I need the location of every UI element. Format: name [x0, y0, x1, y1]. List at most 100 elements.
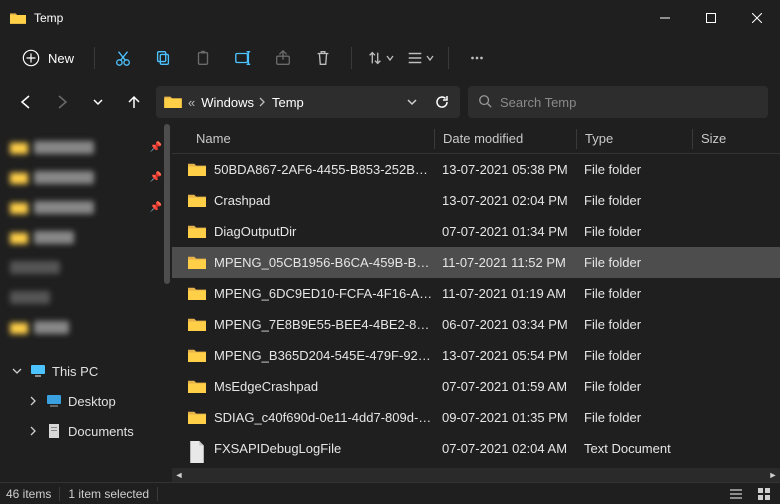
quick-access-item[interactable]: [0, 312, 172, 342]
delete-button[interactable]: [305, 42, 341, 74]
file-type: File folder: [576, 379, 692, 394]
chevron-right-icon[interactable]: [26, 426, 40, 436]
file-row[interactable]: 50BDA867-2AF6-4455-B853-252B8E414777…13-…: [172, 154, 780, 185]
cut-button[interactable]: [105, 42, 141, 74]
file-row[interactable]: MsEdgeCrashpad07-07-2021 01:59 AMFile fo…: [172, 371, 780, 402]
details-view-button[interactable]: [726, 485, 746, 503]
file-date: 07-07-2021 02:04 AM: [434, 441, 576, 456]
breadcrumb-segment[interactable]: Temp: [272, 95, 304, 110]
file-name: MPENG_6DC9ED10-FCFA-4F16-ADAE-EA…: [214, 286, 434, 301]
file-row[interactable]: Crashpad13-07-2021 02:04 PMFile folder: [172, 185, 780, 216]
quick-access-item[interactable]: 📌: [0, 132, 172, 162]
address-dropdown-button[interactable]: [400, 88, 424, 116]
column-header-size[interactable]: Size: [692, 129, 750, 149]
file-type: File folder: [576, 348, 692, 363]
folder-icon: [188, 410, 206, 426]
sidebar-scrollbar[interactable]: [162, 124, 172, 482]
close-button[interactable]: [734, 0, 780, 36]
chevron-right-icon[interactable]: [26, 396, 40, 406]
copy-button[interactable]: [145, 42, 181, 74]
recent-locations-button[interactable]: [84, 88, 112, 116]
column-header-type[interactable]: Type: [576, 129, 692, 149]
file-icon: [188, 441, 206, 457]
scroll-right-icon[interactable]: ►: [766, 468, 780, 482]
documents-icon: [46, 423, 62, 439]
file-date: 07-07-2021 01:34 PM: [434, 224, 576, 239]
chevron-down-icon[interactable]: [10, 366, 24, 376]
file-type: File folder: [576, 224, 692, 239]
folder-icon: [188, 379, 206, 395]
file-row[interactable]: DiagOutputDir07-07-2021 01:34 PMFile fol…: [172, 216, 780, 247]
search-box[interactable]: [468, 86, 768, 118]
toolbar-divider: [94, 47, 95, 69]
file-name: MsEdgeCrashpad: [214, 379, 434, 394]
desktop-icon: [46, 393, 62, 409]
breadcrumb-label: Temp: [272, 95, 304, 110]
breadcrumb-overflow-icon[interactable]: «: [188, 95, 195, 110]
sidebar-label: Desktop: [68, 394, 116, 409]
file-name: FXSAPIDebugLogFile: [214, 441, 434, 456]
file-row[interactable]: SDIAG_c40f690d-0e11-4dd7-809d-261c5c…09-…: [172, 402, 780, 433]
refresh-button[interactable]: [430, 88, 454, 116]
up-button[interactable]: [120, 88, 148, 116]
file-date: 13-07-2021 05:38 PM: [434, 162, 576, 177]
paste-button[interactable]: [185, 42, 221, 74]
quick-access-item[interactable]: 📌: [0, 162, 172, 192]
column-headers: Name Date modified Type Size: [172, 124, 780, 154]
search-input[interactable]: [500, 95, 758, 110]
toolbar: New: [0, 36, 780, 80]
file-row[interactable]: MPENG_7E8B9E55-BEE4-4BE2-819D-8BEF…06-07…: [172, 309, 780, 340]
file-name: DiagOutputDir: [214, 224, 434, 239]
pin-icon: 📌: [150, 202, 162, 213]
this-pc-icon: [30, 363, 46, 379]
new-button-label: New: [48, 51, 74, 66]
view-button[interactable]: [402, 42, 438, 74]
scroll-left-icon[interactable]: ◄: [172, 468, 186, 482]
quick-access-item[interactable]: [0, 282, 172, 312]
file-date: 13-07-2021 05:54 PM: [434, 348, 576, 363]
address-bar[interactable]: « Windows Temp: [156, 86, 460, 118]
sidebar-desktop[interactable]: Desktop: [16, 386, 172, 416]
window-title: Temp: [34, 11, 63, 25]
window-folder-icon: [10, 11, 26, 25]
folder-icon: [188, 255, 206, 271]
folder-icon: [188, 286, 206, 302]
back-button[interactable]: [12, 88, 40, 116]
forward-button[interactable]: [48, 88, 76, 116]
more-button[interactable]: [459, 42, 495, 74]
file-row[interactable]: FXSAPIDebugLogFile07-07-2021 02:04 AMTex…: [172, 433, 780, 464]
file-name: MPENG_7E8B9E55-BEE4-4BE2-819D-8BEF…: [214, 317, 434, 332]
thumbnails-view-button[interactable]: [754, 485, 774, 503]
minimize-button[interactable]: [642, 0, 688, 36]
sidebar-documents[interactable]: Documents: [16, 416, 172, 446]
quick-access-item[interactable]: [0, 252, 172, 282]
folder-icon: [188, 348, 206, 364]
file-row[interactable]: MPENG_6DC9ED10-FCFA-4F16-ADAE-EA…11-07-2…: [172, 278, 780, 309]
file-type: File folder: [576, 255, 692, 270]
breadcrumb-segment[interactable]: Windows: [201, 95, 266, 110]
status-item-count: 46 items: [6, 487, 51, 501]
toolbar-divider: [448, 47, 449, 69]
maximize-button[interactable]: [688, 0, 734, 36]
quick-access-item[interactable]: 📌: [0, 192, 172, 222]
status-bar: 46 items 1 item selected: [0, 482, 780, 504]
file-date: 11-07-2021 11:52 PM: [434, 255, 576, 270]
file-row[interactable]: MPENG_B365D204-545E-479F-927B-5E58…13-07…: [172, 340, 780, 371]
sidebar-this-pc[interactable]: This PC: [0, 356, 172, 386]
new-button[interactable]: New: [12, 45, 84, 71]
share-button[interactable]: [265, 42, 301, 74]
chevron-right-icon: [258, 97, 266, 107]
column-header-name[interactable]: Name: [188, 129, 434, 149]
sort-button[interactable]: [362, 42, 398, 74]
folder-icon: [188, 193, 206, 209]
quick-access-item[interactable]: [0, 222, 172, 252]
navigation-bar: « Windows Temp: [0, 80, 780, 124]
file-name: MPENG_05CB1956-B6CA-459B-B7DC-0F…: [214, 255, 434, 270]
file-row[interactable]: MPENG_05CB1956-B6CA-459B-B7DC-0F…11-07-2…: [172, 247, 780, 278]
file-date: 09-07-2021 01:35 PM: [434, 410, 576, 425]
horizontal-scrollbar[interactable]: ◄ ►: [172, 468, 780, 482]
folder-icon: [188, 317, 206, 333]
toolbar-divider: [351, 47, 352, 69]
rename-button[interactable]: [225, 42, 261, 74]
column-header-date[interactable]: Date modified: [434, 129, 576, 149]
